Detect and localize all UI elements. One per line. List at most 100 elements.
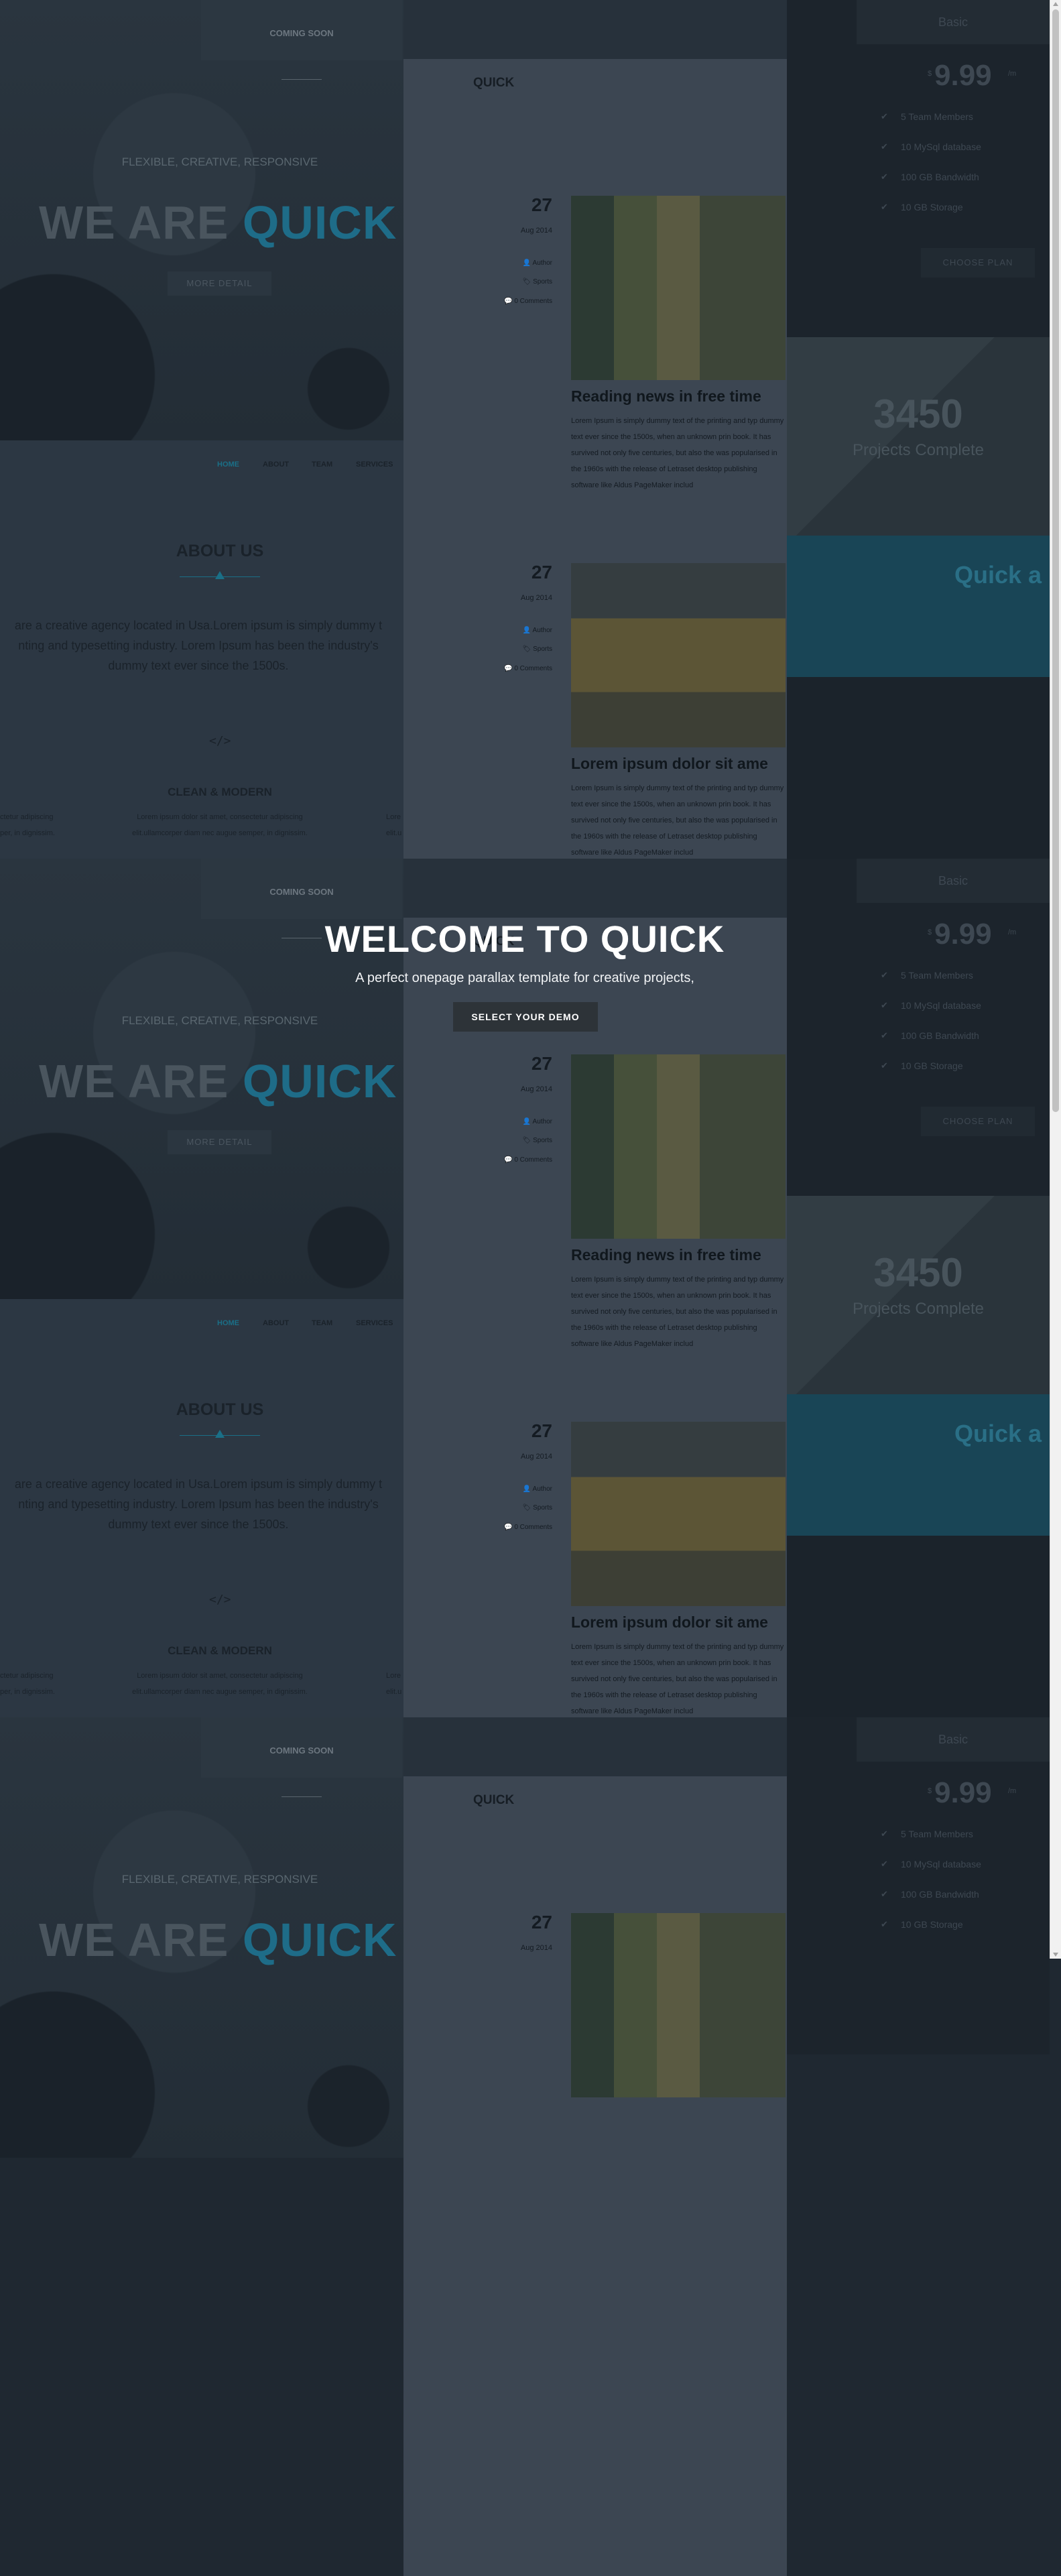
preview-tile: COMING SOON FLEXIBLE, CREATIVE, RESPONSI… xyxy=(0,1717,1050,2576)
plan-feature: 100 GB Bandwidth xyxy=(901,1030,979,1041)
coming-soon-label: COMING SOON xyxy=(269,28,334,38)
post-category[interactable]: 🏷 Sports xyxy=(472,1504,552,1512)
hero-tagline: FLEXIBLE, CREATIVE, RESPONSIVE xyxy=(121,1014,318,1027)
choose-plan-button[interactable]: CHOOSE PLAN xyxy=(921,1107,1035,1136)
check-icon: ✔ xyxy=(881,141,888,151)
post-day: 27 xyxy=(531,1912,552,1933)
plan-feature: 5 Team Members xyxy=(901,1829,973,1839)
post-author-label: Author xyxy=(532,259,552,267)
logo[interactable]: QUICK xyxy=(473,1793,514,1808)
post-author[interactable]: 👤 Author xyxy=(472,627,552,634)
about-text-line: nting and typesetting industry. Lorem Ip… xyxy=(18,1497,379,1511)
hero-headline-accent: QUICK xyxy=(242,196,397,249)
post-title[interactable]: Reading news in free time xyxy=(571,1246,761,1264)
feature-text-line: Lore xyxy=(386,1672,401,1680)
post-month: Aug 2014 xyxy=(520,1944,552,1952)
comment-icon: 💬 xyxy=(504,1156,515,1164)
plan-feature: 10 GB Storage xyxy=(901,1060,963,1071)
more-detail-button[interactable]: MORE DETAIL xyxy=(168,1130,271,1154)
post-category[interactable]: 🏷 Sports xyxy=(472,1137,552,1144)
post-category[interactable]: 🏷 Sports xyxy=(472,646,552,653)
post-author[interactable]: 👤 Author xyxy=(472,259,552,267)
post-comments[interactable]: 💬 0 Comments xyxy=(472,1156,552,1164)
nav-home[interactable]: HOME xyxy=(217,1319,239,1327)
post-category[interactable]: 🏷 Sports xyxy=(472,278,552,286)
nav-home[interactable]: HOME xyxy=(217,461,239,469)
plan-name: Basic xyxy=(857,1717,1050,1762)
nav-about[interactable]: ABOUT xyxy=(263,461,289,469)
cta-banner-text: Quick a xyxy=(954,561,1042,589)
post-comments[interactable]: 💬 0 Comments xyxy=(472,1524,552,1531)
about-title: ABOUT US xyxy=(176,542,264,560)
check-icon: ✔ xyxy=(881,1889,888,1899)
post-author[interactable]: 👤 Author xyxy=(472,1485,552,1493)
scroll-down-arrow-icon[interactable] xyxy=(1053,1953,1058,1957)
coming-soon-label: COMING SOON xyxy=(269,887,334,897)
more-detail-button[interactable]: MORE DETAIL xyxy=(168,271,271,296)
post-title[interactable]: Reading news in free time xyxy=(571,387,761,406)
nav-team[interactable]: TEAM xyxy=(312,1319,332,1327)
post-month: Aug 2014 xyxy=(520,1453,552,1461)
post-image-taxi[interactable] xyxy=(571,563,786,747)
feature-text-line: Lorem ipsum dolor sit amet, consectetur … xyxy=(137,813,303,821)
comment-icon: 💬 xyxy=(504,298,515,305)
post-author-label: Author xyxy=(532,1485,552,1493)
nav-services[interactable]: SERVICES xyxy=(356,461,393,469)
post-day: 27 xyxy=(531,194,552,215)
hero-section: COMING SOON FLEXIBLE, CREATIVE, RESPONSI… xyxy=(0,0,403,440)
hero-headline-accent: QUICK xyxy=(242,1055,397,1107)
choose-plan-button[interactable]: CHOOSE PLAN xyxy=(921,248,1035,278)
hero-headline-plain: WE ARE xyxy=(39,1055,229,1107)
hero-headline-accent: QUICK xyxy=(242,1914,397,1966)
stats-number: 3450 xyxy=(873,1250,963,1295)
about-text: are a creative agency located in Usa.Lor… xyxy=(0,615,403,676)
scroll-up-arrow-icon[interactable] xyxy=(1053,2,1058,6)
plan-feature: 10 MySql database xyxy=(901,1000,981,1011)
post-month: Aug 2014 xyxy=(520,1085,552,1093)
plan-feature: 100 GB Bandwidth xyxy=(901,1889,979,1900)
select-demo-button[interactable]: SELECT YOUR DEMO xyxy=(453,1002,598,1032)
post-day: 27 xyxy=(531,1420,552,1441)
cta-banner-text: Quick a xyxy=(954,1420,1042,1447)
hero-section: COMING SOON FLEXIBLE, CREATIVE, RESPONSI… xyxy=(0,1717,403,2158)
logo[interactable]: QUICK xyxy=(473,76,514,90)
dark-section xyxy=(787,1536,1050,1717)
post-image-bicycle[interactable] xyxy=(571,196,786,380)
about-title: ABOUT US xyxy=(176,1400,264,1419)
nav-services[interactable]: SERVICES xyxy=(356,1319,393,1327)
check-icon: ✔ xyxy=(881,1060,888,1070)
page-scrollbar[interactable] xyxy=(1050,0,1061,1959)
stats-section: 3450 Projects Complete xyxy=(787,337,1050,536)
dark-section xyxy=(787,677,1050,859)
plan-feature: 10 MySql database xyxy=(901,141,981,152)
feature-text-line: elit.ullamcorper diam nec augue semper, … xyxy=(132,829,308,837)
cta-banner: Quick a xyxy=(787,1394,1050,1536)
post-author-label: Author xyxy=(532,627,552,634)
post-comments[interactable]: 💬 0 Comments xyxy=(472,665,552,672)
post-title[interactable]: Lorem ipsum dolor sit ame xyxy=(571,1613,768,1632)
nav-team[interactable]: TEAM xyxy=(312,461,332,469)
tag-icon: 🏷 xyxy=(522,646,534,653)
about-text: are a creative agency located in Usa.Lor… xyxy=(0,1474,403,1534)
check-icon: ✔ xyxy=(881,1859,888,1869)
post-image-bicycle[interactable] xyxy=(571,1054,786,1239)
scrollbar-thumb[interactable] xyxy=(1052,9,1059,1112)
post-image-bicycle[interactable] xyxy=(571,1913,786,2097)
post-author[interactable]: 👤 Author xyxy=(472,1118,552,1125)
post-day: 27 xyxy=(531,1053,552,1074)
about-divider-icon xyxy=(215,1430,225,1438)
hero-headline-plain: WE ARE xyxy=(39,196,229,249)
post-comments-label: 0 Comments xyxy=(514,1156,552,1164)
feature-text-line: elit.ullamcorper diam nec augue semper, … xyxy=(132,1688,308,1696)
post-image-taxi[interactable] xyxy=(571,1422,786,1606)
post-excerpt: Lorem Ipsum is simply dummy text of the … xyxy=(571,1276,784,1348)
nav-about[interactable]: ABOUT xyxy=(263,1319,289,1327)
feature-text-line: Lorem ipsum dolor sit amet, consectetur … xyxy=(137,1672,303,1680)
post-comments-label: 0 Comments xyxy=(514,665,552,672)
post-comments-label: 0 Comments xyxy=(514,1524,552,1531)
post-excerpt: Lorem Ipsum is simply dummy text of the … xyxy=(571,784,784,857)
post-day: 27 xyxy=(531,562,552,582)
post-title[interactable]: Lorem ipsum dolor sit ame xyxy=(571,755,768,773)
post-comments[interactable]: 💬 0 Comments xyxy=(472,298,552,305)
post-month: Aug 2014 xyxy=(520,227,552,235)
